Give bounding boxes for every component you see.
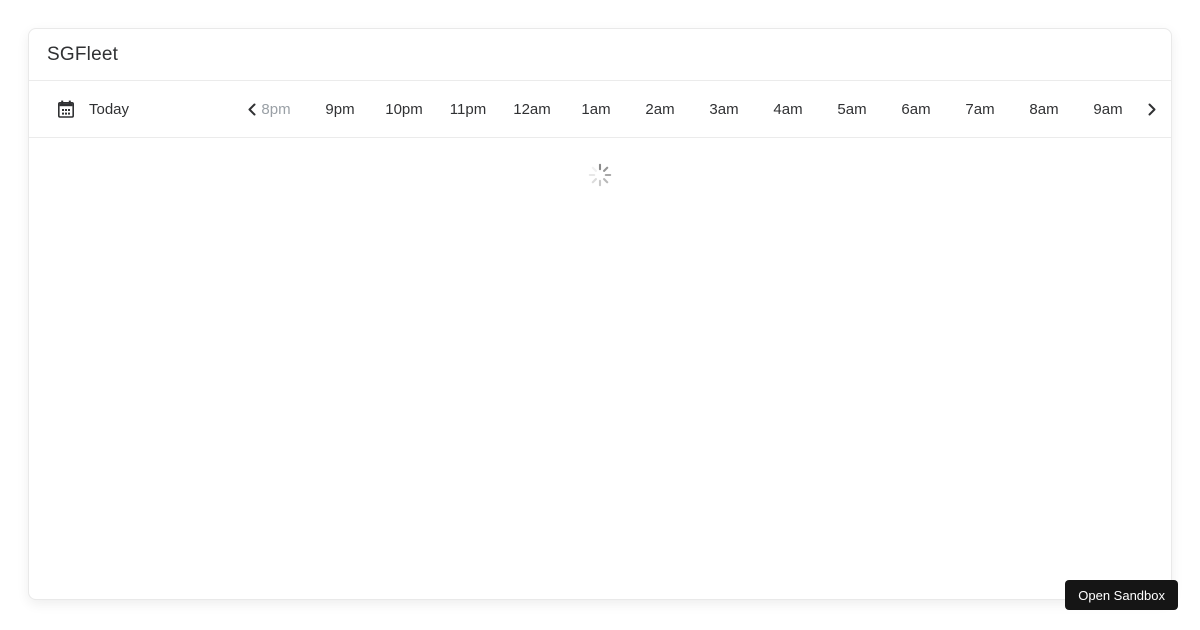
time-label: 6am	[901, 100, 931, 118]
time-label: 5am	[837, 100, 867, 118]
scheduler-card: SGFleet Today 8pm 9pm 10pm 11pm 12am 1am…	[28, 28, 1172, 600]
time-label: 9pm	[325, 100, 355, 118]
today-button[interactable]: Today	[57, 100, 129, 118]
time-label: 4am	[773, 100, 803, 118]
time-label: 1am	[581, 100, 611, 118]
time-label: 3am	[709, 100, 739, 118]
page-title: SGFleet	[47, 43, 119, 65]
today-label: Today	[89, 100, 130, 118]
time-label: 8pm	[261, 100, 291, 118]
timeline-content-loading	[29, 138, 1171, 599]
time-label: 11pm	[449, 100, 487, 118]
calendar-icon[interactable]	[57, 100, 75, 118]
time-axis: 8pm 9pm 10pm 11pm 12am 1am 2am 3am 4am 5am 6am 7am 8…	[244, 81, 1140, 137]
timeline-next-button[interactable]	[1141, 97, 1161, 121]
time-label: 2am	[645, 100, 675, 118]
time-label: 7am	[965, 100, 995, 118]
card-header: SGFleet	[29, 29, 1171, 81]
spinner-icon	[588, 163, 612, 187]
timeline-toolbar: Today 8pm 9pm 10pm 11pm 12am 1am 2am 3am 4am 5am 6…	[29, 81, 1171, 138]
time-label: 10pm	[385, 100, 423, 118]
time-label: 12am	[513, 100, 551, 118]
time-label: 8am	[1029, 100, 1059, 118]
open-sandbox-button[interactable]: Open Sandbox	[1065, 580, 1178, 610]
time-label: 9am	[1093, 100, 1123, 118]
chevron-right-icon	[1145, 103, 1158, 116]
